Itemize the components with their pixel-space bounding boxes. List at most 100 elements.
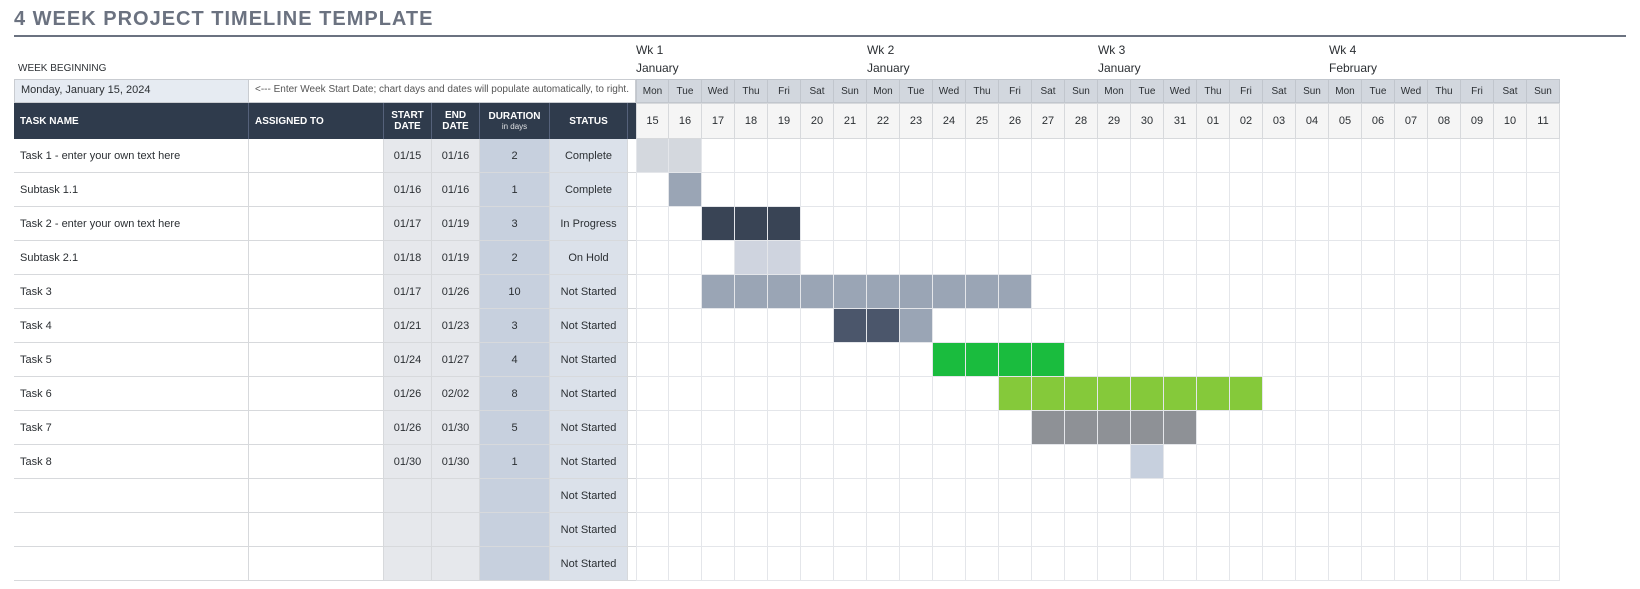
end-date-cell[interactable]: 01/16 [432,173,480,206]
status-cell[interactable]: Not Started [550,309,628,342]
start-date-cell[interactable]: 01/16 [384,173,432,206]
assigned-cell[interactable] [249,479,384,512]
gantt-bar-segment [933,343,966,377]
gantt-cell [1065,139,1098,173]
gantt-cell [834,377,867,411]
day-of-month-cell: 22 [867,103,900,139]
gantt-cell [867,547,900,581]
gantt-cell [636,479,669,513]
gantt-bar-segment [867,275,900,309]
assigned-cell[interactable] [249,377,384,410]
task-name-cell[interactable] [14,479,249,512]
gantt-cell [1131,173,1164,207]
task-name-cell[interactable]: Task 5 [14,343,249,376]
start-date-cell[interactable]: 01/15 [384,139,432,172]
start-date-cell[interactable]: 01/18 [384,241,432,274]
start-date-cell[interactable] [384,513,432,546]
task-name-cell[interactable]: Subtask 1.1 [14,173,249,206]
gantt-cell [1296,207,1329,241]
status-cell[interactable]: Not Started [550,411,628,444]
end-date-cell[interactable]: 01/27 [432,343,480,376]
gantt-cell [1527,377,1560,411]
day-of-month-cell: 30 [1131,103,1164,139]
end-date-cell[interactable]: 01/30 [432,445,480,478]
week-beginning-input[interactable]: Monday, January 15, 2024 [14,79,249,103]
start-date-cell[interactable]: 01/26 [384,411,432,444]
gantt-cell [1263,445,1296,479]
assigned-cell[interactable] [249,513,384,546]
status-cell[interactable]: Not Started [550,377,628,410]
gantt-cell [1296,513,1329,547]
start-date-cell[interactable] [384,479,432,512]
assigned-cell[interactable] [249,445,384,478]
status-cell[interactable]: Not Started [550,547,628,580]
duration-cell: 1 [480,445,550,478]
end-date-cell[interactable] [432,547,480,580]
start-date-cell[interactable]: 01/24 [384,343,432,376]
end-date-cell[interactable]: 01/30 [432,411,480,444]
task-name-cell[interactable]: Task 6 [14,377,249,410]
task-name-cell[interactable]: Task 2 - enter your own text here [14,207,249,240]
task-name-cell[interactable]: Subtask 2.1 [14,241,249,274]
status-cell[interactable]: Not Started [550,275,628,308]
assigned-cell[interactable] [249,207,384,240]
end-date-cell[interactable]: 01/16 [432,139,480,172]
gantt-cell [1065,343,1098,377]
week-beginning-row: Monday, January 15, 2024 <--- Enter Week… [14,79,636,103]
gantt-cell [834,241,867,275]
status-cell[interactable]: Not Started [550,343,628,376]
task-name-cell[interactable] [14,547,249,580]
gantt-cell [1164,139,1197,173]
start-date-cell[interactable]: 01/26 [384,377,432,410]
gantt-cell [768,445,801,479]
task-name-cell[interactable]: Task 8 [14,445,249,478]
end-date-cell[interactable]: 01/19 [432,207,480,240]
gantt-cell [1362,479,1395,513]
gantt-cell [1098,343,1131,377]
end-date-cell[interactable] [432,513,480,546]
assigned-cell[interactable] [249,241,384,274]
gantt-cell [1527,173,1560,207]
status-cell[interactable]: On Hold [550,241,628,274]
assigned-cell[interactable] [249,547,384,580]
gantt-cell [1362,445,1395,479]
end-date-cell[interactable] [432,479,480,512]
gantt-cell [933,309,966,343]
start-date-cell[interactable]: 01/17 [384,207,432,240]
status-cell[interactable]: Not Started [550,513,628,546]
assigned-cell[interactable] [249,173,384,206]
end-date-cell[interactable]: 01/26 [432,275,480,308]
assigned-cell[interactable] [249,275,384,308]
task-name-cell[interactable]: Task 4 [14,309,249,342]
gantt-cell [1494,411,1527,445]
start-date-cell[interactable]: 01/30 [384,445,432,478]
day-of-week-cell: Sun [1527,79,1560,103]
status-cell[interactable]: Complete [550,173,628,206]
end-date-cell[interactable]: 01/23 [432,309,480,342]
task-name-cell[interactable]: Task 1 - enter your own text here [14,139,249,172]
end-date-cell[interactable]: 02/02 [432,377,480,410]
gantt-cell [966,445,999,479]
day-of-month-cell: 15 [636,103,669,139]
status-cell[interactable]: Not Started [550,479,628,512]
status-cell[interactable]: In Progress [550,207,628,240]
task-name-cell[interactable] [14,513,249,546]
gantt-cell [768,513,801,547]
task-name-cell[interactable]: Task 3 [14,275,249,308]
day-of-month-cell: 04 [1296,103,1329,139]
start-date-cell[interactable]: 01/17 [384,275,432,308]
end-date-cell[interactable]: 01/19 [432,241,480,274]
status-cell[interactable]: Complete [550,139,628,172]
status-cell[interactable]: Not Started [550,445,628,478]
gantt-cell [1494,479,1527,513]
assigned-cell[interactable] [249,139,384,172]
start-date-cell[interactable]: 01/21 [384,309,432,342]
assigned-cell[interactable] [249,309,384,342]
task-name-cell[interactable]: Task 7 [14,411,249,444]
gantt-bar-segment [1065,377,1098,411]
assigned-cell[interactable] [249,411,384,444]
gantt-cell [1494,309,1527,343]
gantt-cell [834,173,867,207]
start-date-cell[interactable] [384,547,432,580]
assigned-cell[interactable] [249,343,384,376]
